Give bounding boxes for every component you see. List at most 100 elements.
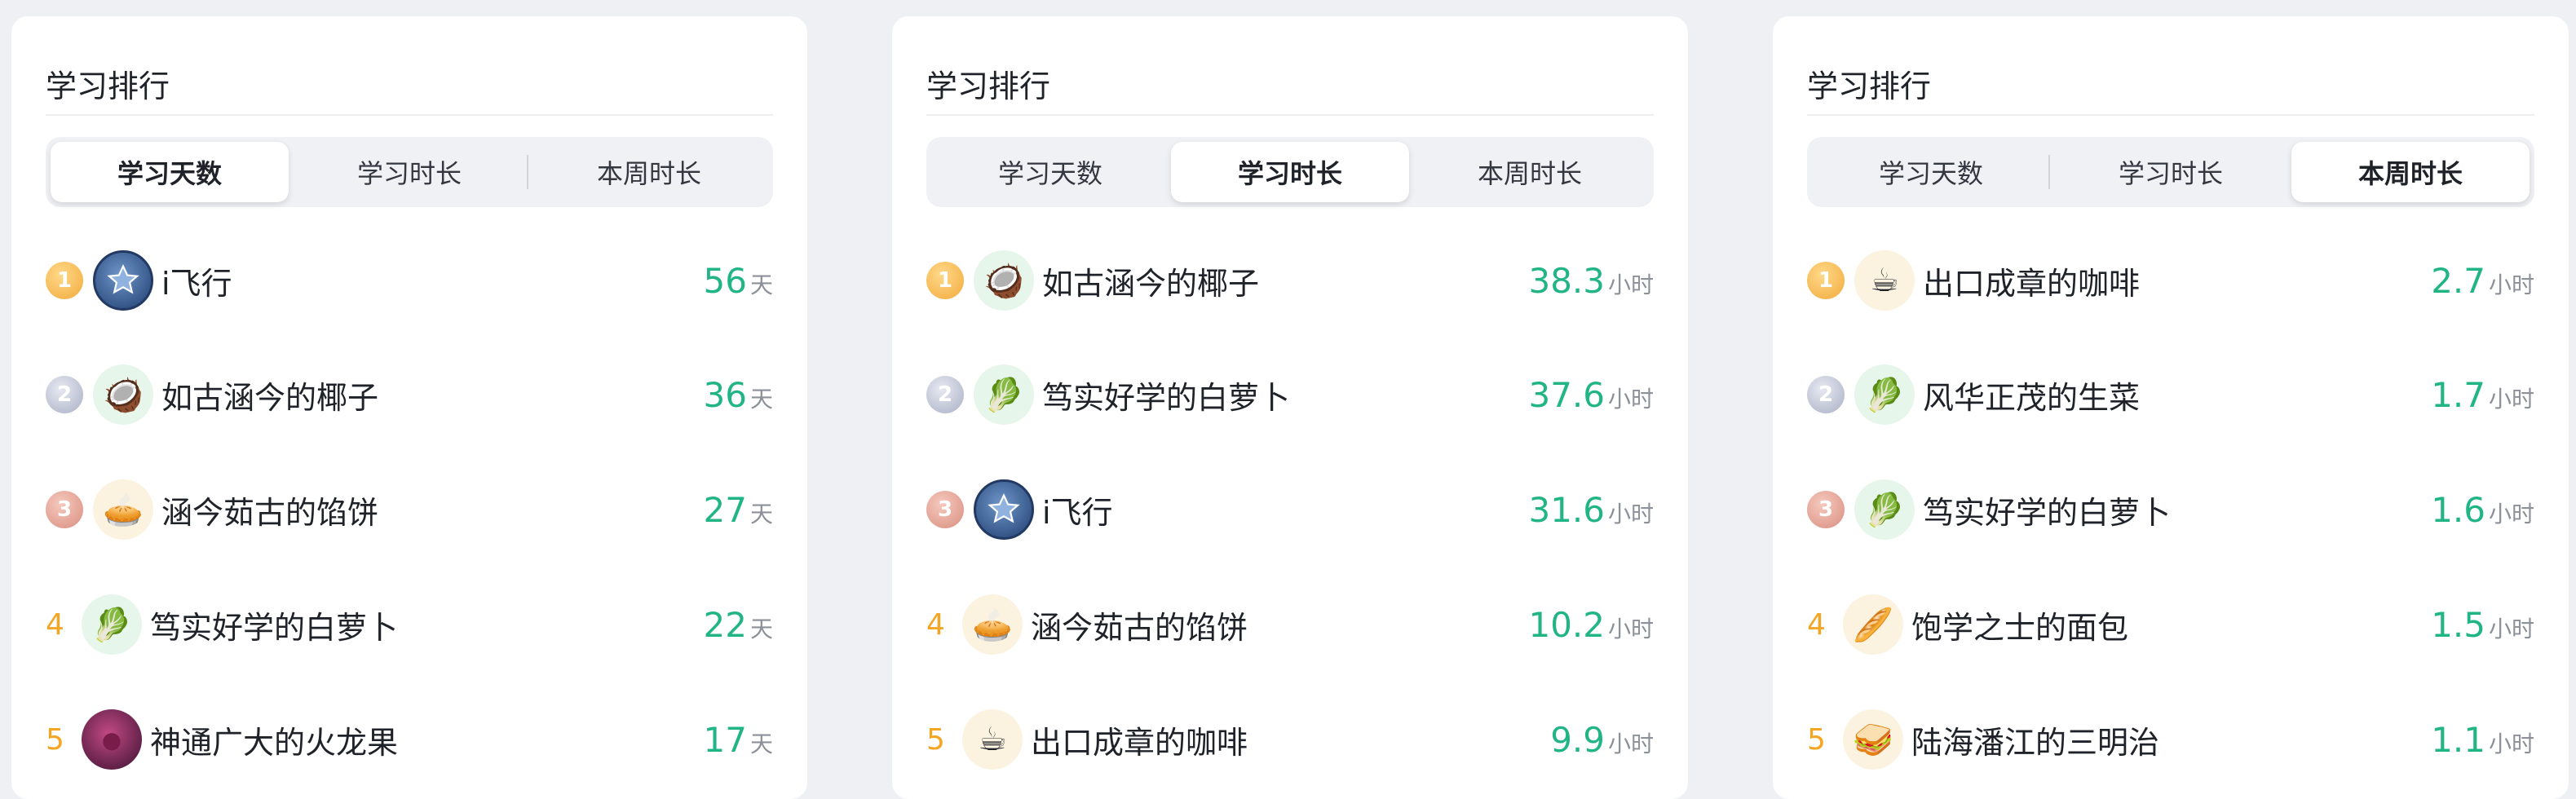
rank-badge: 3 [1807, 486, 1854, 533]
score-value: 22 [703, 604, 747, 645]
silver-medal-icon: 2 [926, 376, 964, 413]
score-value: 17 [703, 719, 747, 760]
ranking-row[interactable]: 1 ☕ 出口成章的咖啡 2.7 小时 [1807, 240, 2534, 321]
ranking-row[interactable]: 2 🥥 如古涵今的椰子 36 天 [46, 354, 773, 435]
user-name: 风华正茂的生菜 [1923, 379, 2141, 416]
rank-number: 4 [1807, 607, 1826, 642]
user-name: 神通广大的火龙果 [150, 724, 399, 761]
ranking-row[interactable]: 1 🥥 如古涵今的椰子 38.3 小时 [926, 240, 1654, 321]
ranking-row[interactable]: 2 🥬 笃实好学的白萝卜 37.6 小时 [926, 354, 1654, 435]
ranking-row[interactable]: 4 🥬 笃实好学的白萝卜 22 天 [46, 584, 773, 665]
ranking-panel-days: 学习排行 学习天数 学习时长 本周时长 1 i飞行 56 天 2 🥥 如古涵今的椰… [11, 16, 807, 799]
ranking-row[interactable]: 5 ☕ 出口成章的咖啡 9.9 小时 [926, 699, 1654, 780]
rank-badge: 1 [46, 257, 93, 304]
ranking-row[interactable]: 3 🥬 笃实好学的白萝卜 1.6 小时 [1807, 469, 2534, 550]
score-unit: 天 [749, 385, 773, 413]
ranking-tab-bar: 学习天数 学习时长 本周时长 [46, 137, 773, 207]
score: 27 天 [704, 490, 773, 530]
score-value: 36 [703, 374, 747, 415]
title-divider [1807, 114, 2534, 116]
ranking-row[interactable]: 3 🥧 涵今茹古的馅饼 27 天 [46, 469, 773, 550]
score-unit: 小时 [2488, 730, 2534, 757]
user-name: 笃实好学的白萝卜 [1042, 379, 1291, 416]
ranking-panel-duration: 学习排行 学习天数 学习时长 本周时长 1 🥥 如古涵今的椰子 38.3 小时 2… [892, 16, 1688, 799]
user-name: i飞行 [161, 265, 232, 302]
score: 22 天 [704, 605, 773, 645]
star-avatar-icon [974, 479, 1034, 540]
tab-study-duration[interactable]: 学习时长 [290, 142, 528, 202]
rank-number: 4 [46, 607, 64, 642]
ranking-row[interactable]: 4 🥧 涵今茹古的馅饼 10.2 小时 [926, 584, 1654, 665]
score: 10.2 小时 [1528, 605, 1654, 645]
score-value: 1.5 [2431, 604, 2485, 645]
bread-avatar-icon: 🥖 [1843, 594, 1903, 655]
tab-study-duration[interactable]: 学习时长 [1171, 142, 1409, 202]
ranking-tab-bar: 学习天数 学习时长 本周时长 [926, 137, 1654, 207]
score-value: 56 [703, 260, 747, 301]
rank-number: 5 [1807, 722, 1826, 757]
user-name: 笃实好学的白萝卜 [150, 609, 399, 646]
score: 36 天 [704, 375, 773, 415]
score-value: 27 [703, 489, 747, 530]
score-unit: 小时 [1607, 730, 1654, 757]
ranking-row[interactable]: 4 🥖 饱学之士的面包 1.5 小时 [1807, 584, 2534, 665]
score-unit: 天 [749, 730, 773, 757]
score: 1.1 小时 [2431, 720, 2534, 760]
user-name: 饱学之士的面包 [1911, 609, 2129, 646]
tab-study-days[interactable]: 学习天数 [51, 142, 289, 202]
ranking-row[interactable]: 2 🥬 风华正茂的生菜 1.7 小时 [1807, 354, 2534, 435]
score-unit: 小时 [2488, 271, 2534, 298]
tab-separator [527, 155, 528, 189]
score: 1.7 小时 [2431, 375, 2534, 415]
rank-badge: 3 [926, 486, 974, 533]
title-divider [46, 114, 773, 116]
tab-study-days[interactable]: 学习天数 [931, 142, 1169, 202]
radish-avatar-icon: 🥬 [1854, 479, 1915, 540]
bronze-medal-icon: 3 [46, 491, 83, 528]
score-unit: 天 [749, 500, 773, 528]
title-divider [926, 114, 1654, 116]
gold-medal-icon: 1 [1807, 262, 1845, 299]
panel-title: 学习排行 [926, 68, 1051, 104]
dragonfruit-dot: ● [101, 726, 122, 753]
score-unit: 小时 [1607, 271, 1654, 298]
coffee-avatar-icon: ☕ [962, 709, 1023, 770]
score: 31.6 小时 [1528, 490, 1654, 530]
tab-weekly-duration[interactable]: 本周时长 [530, 142, 768, 202]
user-name: 如古涵今的椰子 [1042, 265, 1260, 302]
score: 17 天 [704, 720, 773, 760]
ranking-row[interactable]: 1 i飞行 56 天 [46, 240, 773, 321]
ranking-row[interactable]: 5 🥪 陆海潘江的三明治 1.1 小时 [1807, 699, 2534, 780]
user-name: 涵今茹古的馅饼 [1031, 609, 1248, 646]
star-avatar-icon [93, 250, 153, 311]
rank-badge: 2 [1807, 371, 1854, 418]
sandwich-avatar-icon: 🥪 [1843, 709, 1903, 770]
pie-avatar-icon: 🥧 [962, 594, 1023, 655]
tab-separator [2048, 155, 2050, 189]
ranking-row[interactable]: 5 ● 神通广大的火龙果 17 天 [46, 699, 773, 780]
score-value: 2.7 [2431, 260, 2485, 301]
tab-weekly-duration[interactable]: 本周时长 [2291, 142, 2530, 202]
score: 1.5 小时 [2431, 605, 2534, 645]
bronze-medal-icon: 3 [1807, 491, 1845, 528]
ranking-row[interactable]: 3 i飞行 31.6 小时 [926, 469, 1654, 550]
score-value: 31.6 [1528, 489, 1605, 530]
radish-avatar-icon: 🥬 [974, 364, 1034, 425]
tab-study-days[interactable]: 学习天数 [1812, 142, 2050, 202]
lettuce-avatar-icon: 🥬 [1854, 364, 1915, 425]
score-unit: 小时 [1607, 500, 1654, 528]
rank-number: 5 [46, 722, 64, 757]
pie-avatar-icon: 🥧 [93, 479, 153, 540]
score-unit: 小时 [1607, 615, 1654, 642]
score: 2.7 小时 [2431, 261, 2534, 301]
score-unit: 小时 [2488, 385, 2534, 413]
coffee-avatar-icon: ☕ [1854, 250, 1915, 311]
gold-medal-icon: 1 [46, 262, 83, 299]
tab-study-duration[interactable]: 学习时长 [2052, 142, 2290, 202]
user-name: 陆海潘江的三明治 [1911, 724, 2160, 761]
score-unit: 天 [749, 615, 773, 642]
user-name: 笃实好学的白萝卜 [1923, 494, 2172, 531]
ranking-panel-weekly: 学习排行 学习天数 学习时长 本周时长 1 ☕ 出口成章的咖啡 2.7 小时 2 … [1773, 16, 2569, 799]
radish-avatar-icon: 🥬 [82, 594, 142, 655]
tab-weekly-duration[interactable]: 本周时长 [1411, 142, 1649, 202]
